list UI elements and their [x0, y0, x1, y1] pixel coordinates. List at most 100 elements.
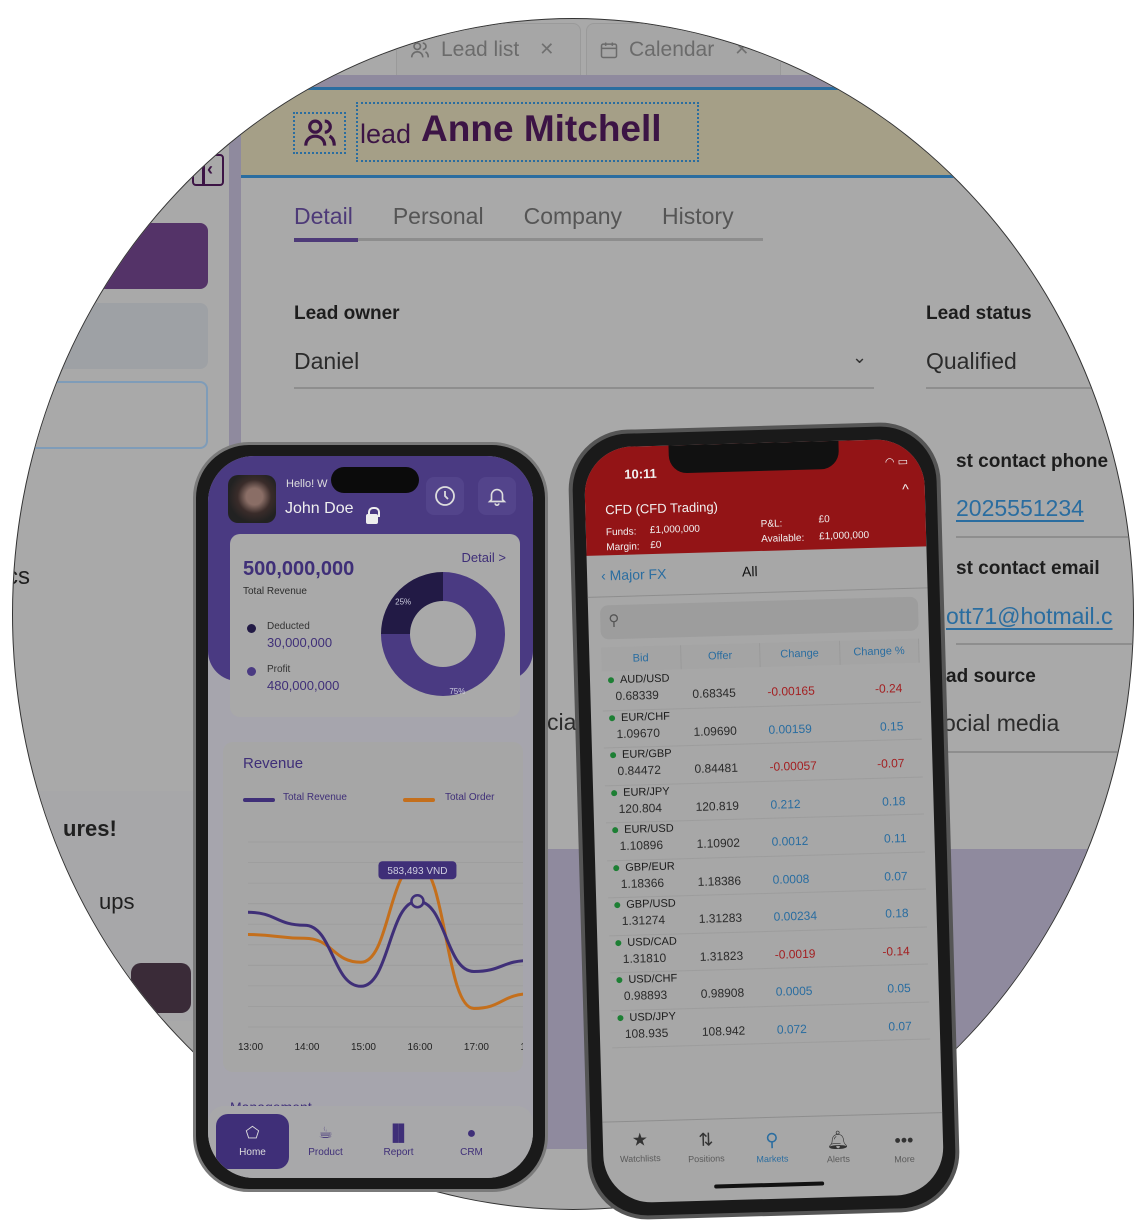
column-header[interactable]: Change % — [839, 638, 920, 665]
avatar[interactable] — [228, 475, 276, 523]
tab-label: Lead list — [441, 37, 520, 61]
funds-value: £1,000,000 — [649, 523, 701, 537]
lead-prefix: lead — [360, 119, 412, 149]
nav-label: A — [531, 1139, 533, 1150]
percent-change: -0.14 — [882, 943, 910, 959]
status-dot — [612, 827, 619, 834]
sidebar-text-fragment: d — [23, 403, 37, 430]
nav-more[interactable]: A — [498, 1114, 533, 1169]
tab-alerts[interactable]: 🔔︎ Alerts — [807, 1129, 870, 1165]
tab-detail[interactable]: Detail — [294, 203, 353, 240]
nav-label: Report — [383, 1146, 414, 1158]
back-button[interactable]: ‹ Major FX — [601, 566, 667, 584]
nav-report[interactable]: ▐▌ Report — [362, 1114, 435, 1169]
fx-symbol: EUR/JPY — [622, 785, 670, 799]
sidebar-item[interactable] — [21, 303, 208, 369]
column-header[interactable]: Bid — [601, 645, 682, 672]
column-header[interactable]: Change — [760, 640, 841, 668]
pie-slice-deducted[interactable] — [381, 572, 443, 634]
price-change: 0.00234 — [773, 908, 818, 924]
contact-email-link[interactable]: ott71@hotmail.c — [946, 603, 1113, 630]
percent-change: 0.07 — [888, 1018, 912, 1034]
home-icon: ⬠ — [245, 1124, 260, 1142]
sidebar-dark-button[interactable] — [131, 963, 191, 1013]
lock-icon — [366, 507, 380, 524]
bid-price: 1.31810 — [622, 950, 667, 966]
detail-link[interactable]: Detail > — [462, 550, 506, 565]
header-strip — [233, 75, 1133, 87]
lead-source-value[interactable]: ocial media — [943, 710, 1059, 737]
tab-previous-partial[interactable]: ✕ — [311, 23, 401, 75]
bid-price: 0.68339 — [615, 687, 660, 704]
search-input[interactable]: ⚲ — [599, 596, 919, 640]
sidebar-item-active[interactable] — [21, 223, 208, 289]
column-header[interactable]: Offer — [680, 643, 761, 670]
arrows-updown-icon: ⇅ — [698, 1129, 714, 1150]
greeting: Hello! W — [286, 478, 328, 490]
fx-symbol: USD/CHF — [628, 972, 678, 986]
sidebar-text-fragment: r — [13, 483, 14, 511]
bid-price: 0.98893 — [623, 987, 668, 1003]
tab-calendar[interactable]: Calendar ✕ — [586, 23, 781, 75]
contact-email-label: st contact email — [956, 558, 1100, 579]
legend-swatch-order — [403, 798, 435, 802]
phone-screen: 10:11 ◠ ▭ ^ CFD (CFD Trading) Funds: £1,… — [583, 438, 945, 1204]
legend-dot-profit — [247, 667, 256, 676]
close-icon[interactable]: ✕ — [539, 39, 554, 60]
tab-lead-list[interactable]: Lead list ✕ — [396, 23, 581, 75]
status-dot — [613, 864, 620, 871]
notifications-button[interactable] — [478, 477, 516, 515]
nav-product[interactable]: ☕︎ Product — [289, 1114, 362, 1169]
nav-label: Home — [239, 1146, 266, 1158]
status-dot — [611, 789, 618, 796]
contact-phone-label: st contact phone — [956, 451, 1109, 472]
contact-phone-link[interactable]: 2025551234 — [956, 495, 1084, 522]
percent-change: 0.18 — [885, 906, 909, 921]
x-tick-label: 16:00 — [407, 1042, 432, 1053]
pie-data-label: 25% — [395, 598, 411, 607]
status-dot — [616, 977, 623, 984]
price-change: 0.212 — [770, 796, 801, 812]
sidebar-promo-fragment: ures! — [63, 816, 117, 841]
close-icon[interactable]: ✕ — [734, 39, 749, 60]
chevron-down-icon[interactable]: ⌄ — [852, 347, 867, 368]
status-dot — [608, 714, 616, 721]
sidebar-collapse-button[interactable]: ‹ — [192, 154, 224, 186]
series-line-total-revenue — [247, 899, 523, 988]
tab-label: Positions — [688, 1153, 725, 1165]
sidebar-item-focused[interactable] — [21, 381, 208, 449]
nav-label: Product — [308, 1146, 343, 1158]
bid-price: 1.18366 — [620, 875, 665, 891]
tab-more[interactable]: ••• More — [873, 1129, 936, 1165]
tab-watchlists[interactable]: ★ Watchlists — [609, 1129, 672, 1165]
tab-positions[interactable]: ⇅ Positions — [675, 1129, 738, 1165]
notch — [668, 440, 840, 474]
x-tick-label: 14:00 — [294, 1042, 319, 1053]
chevron-up-icon[interactable]: ^ — [902, 481, 909, 497]
percent-change: -0.24 — [874, 681, 903, 696]
funds-label: Funds: — [605, 526, 637, 539]
lead-owner-label: Lead owner — [294, 303, 400, 324]
lead-owner-select[interactable]: Daniel — [294, 348, 359, 375]
nav-home[interactable]: ⬠ Home — [216, 1114, 289, 1169]
table-row[interactable]: USD/JPY 108.935 108.942 0.072 0.07 — [611, 1001, 931, 1049]
tab-history[interactable]: History — [662, 203, 734, 240]
tooltip-text: 583,493 VND — [387, 866, 447, 877]
filter-title: All — [741, 563, 758, 580]
search-icon: ⚲ — [608, 611, 620, 630]
tab-personal[interactable]: Personal — [393, 203, 484, 240]
tab-markets[interactable]: ⚲ Markets — [741, 1129, 804, 1165]
tab-company[interactable]: Company — [524, 203, 622, 240]
bell-icon: 🔔︎ — [826, 1129, 850, 1151]
close-icon[interactable]: ✕ — [374, 39, 389, 60]
legend-label: Total Revenue — [283, 792, 347, 803]
status-dot — [617, 1014, 624, 1021]
price-change: -0.00057 — [769, 758, 818, 774]
nav-label: CRM — [460, 1146, 483, 1158]
history-button[interactable] — [426, 477, 464, 515]
lead-status-value[interactable]: Qualified — [926, 348, 1017, 375]
legend-dot-deducted — [247, 624, 256, 633]
legend-swatch-revenue — [243, 798, 275, 802]
available-value: £1,000,000 — [818, 529, 870, 543]
highlight-point[interactable] — [410, 893, 425, 909]
